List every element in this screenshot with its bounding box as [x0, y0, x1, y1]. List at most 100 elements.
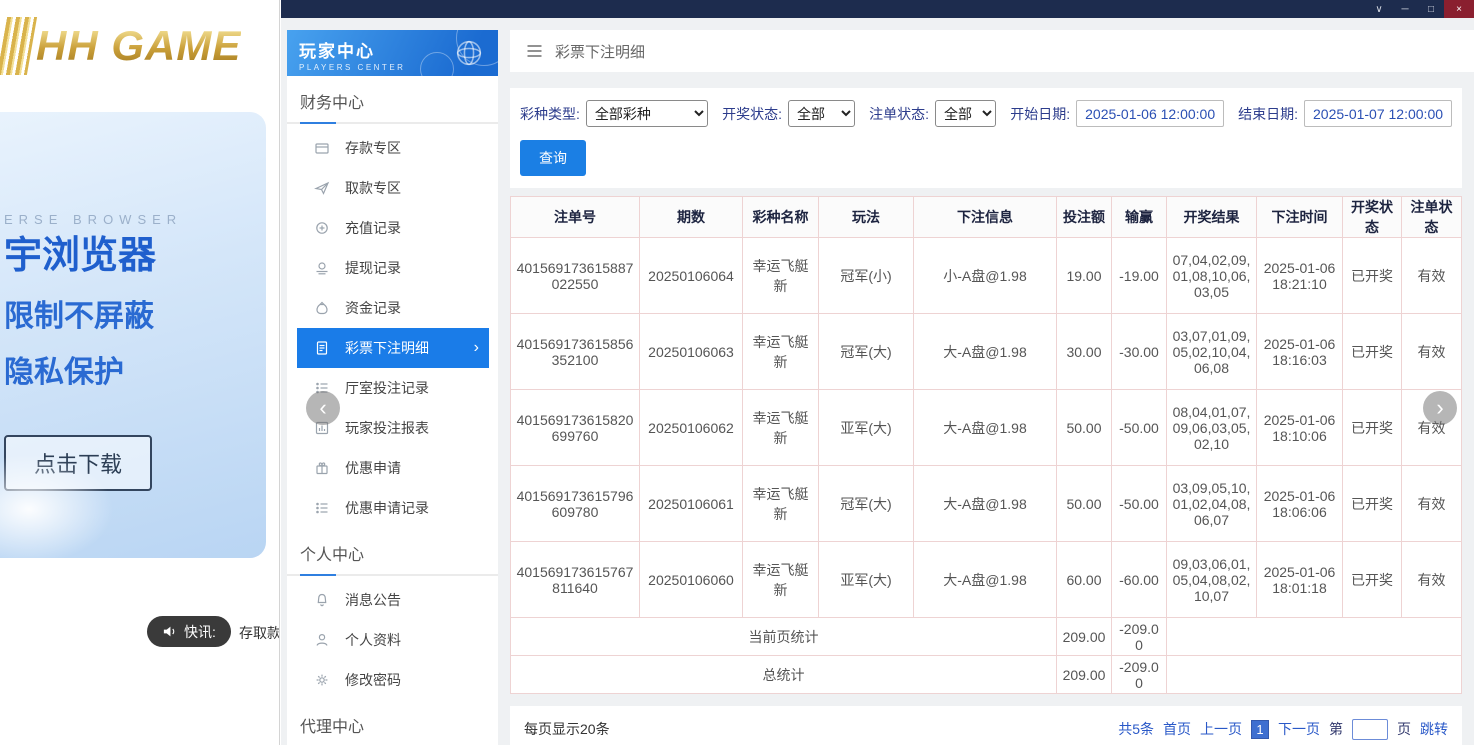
section-agent: 代理中心	[287, 700, 498, 745]
cell-winloss: -50.00	[1112, 466, 1167, 542]
sidebar-item-label: 彩票下注明细	[345, 338, 429, 358]
col-header: 开奖状态	[1343, 197, 1402, 238]
start-date-input[interactable]	[1076, 100, 1224, 127]
filter-panel: 彩种类型: 全部彩种 开奖状态: 全部 注单状态: 全部 开始日期: 结束日期:…	[510, 88, 1462, 188]
col-header: 玩法	[819, 197, 914, 238]
page-title: 彩票下注明细	[555, 41, 645, 62]
summary-winloss-total: -209.00	[1112, 618, 1167, 656]
draw-status-label: 开奖状态:	[722, 104, 782, 124]
cell-play: 冠军(大)	[819, 314, 914, 390]
table-row: 401569173615796609780 20250106061 幸运飞艇新 …	[511, 466, 1462, 542]
cell-amount: 30.00	[1057, 314, 1112, 390]
col-header: 输赢	[1112, 197, 1167, 238]
sidebar-item-funds-record[interactable]: 资金记录	[297, 288, 489, 328]
cell-amount: 50.00	[1057, 390, 1112, 466]
deposit-icon	[314, 140, 330, 156]
sidebar: 玩家中心 PLAYERS CENTER 财务中心 存款专区 取款专区 充值记录 …	[287, 30, 498, 745]
window-minimize-button[interactable]: ─	[1392, 0, 1418, 18]
section-title-personal: 个人中心	[287, 541, 498, 565]
cell-bet-time: 2025-01-06 18:16:03	[1257, 314, 1343, 390]
cell-bet-time: 2025-01-06 18:10:06	[1257, 390, 1343, 466]
logo-bars-icon	[0, 17, 37, 75]
ticker-label: 快讯:	[184, 622, 216, 642]
cell-bet-id: 401569173615820699760	[511, 390, 640, 466]
sidebar-item-recharge-record[interactable]: 充值记录	[297, 208, 489, 248]
summary-label: 当前页统计	[511, 618, 1057, 656]
cashout-record-icon	[314, 260, 330, 276]
query-button[interactable]: 查询	[520, 140, 586, 176]
password-icon	[314, 672, 330, 688]
bet-status-label: 注单状态:	[869, 104, 929, 124]
cell-result: 07,04,02,09,01,08,10,06,03,05	[1167, 238, 1257, 314]
chevron-left-icon: ‹	[319, 397, 326, 419]
cell-period: 20250106060	[640, 542, 743, 618]
cell-bet-status: 有效	[1402, 542, 1462, 618]
next-page-link[interactable]: 下一页	[1278, 719, 1320, 739]
message-icon	[314, 592, 330, 608]
sidebar-item-promo-record[interactable]: 优惠申请记录	[297, 488, 489, 528]
sidebar-item-cashout-record[interactable]: 提现记录	[297, 248, 489, 288]
sidebar-item-label: 优惠申请记录	[345, 498, 429, 518]
sidebar-item-profile[interactable]: 个人资料	[297, 620, 489, 660]
sidebar-item-change-password[interactable]: 修改密码	[297, 660, 489, 700]
cell-draw-status: 已开奖	[1343, 466, 1402, 542]
sidebar-item-messages[interactable]: 消息公告	[297, 580, 489, 620]
recharge-record-icon	[314, 220, 330, 236]
bet-status-select[interactable]: 全部	[935, 100, 996, 127]
section-finance: 财务中心	[287, 76, 498, 124]
sidebar-item-label: 存款专区	[345, 138, 401, 158]
sidebar-item-promo-apply[interactable]: 优惠申请	[297, 448, 489, 488]
end-date-input[interactable]	[1304, 100, 1452, 127]
cell-draw-status: 已开奖	[1343, 314, 1402, 390]
funds-record-icon	[314, 300, 330, 316]
sidebar-item-deposit[interactable]: 存款专区	[297, 128, 489, 168]
jump-prefix-label: 第	[1329, 719, 1343, 739]
jump-link[interactable]: 跳转	[1420, 719, 1448, 739]
draw-status-select[interactable]: 全部	[788, 100, 855, 127]
cell-play: 亚军(大)	[819, 390, 914, 466]
cell-period: 20250106062	[640, 390, 743, 466]
sidebar-item-label: 取款专区	[345, 178, 401, 198]
sidebar-header: 玩家中心 PLAYERS CENTER	[287, 30, 498, 76]
cell-lottery: 幸运飞艇新	[743, 314, 819, 390]
profile-icon	[314, 632, 330, 648]
cell-bet-time: 2025-01-06 18:01:18	[1257, 542, 1343, 618]
cell-bet-id: 401569173615796609780	[511, 466, 640, 542]
sidebar-item-label: 个人资料	[345, 630, 401, 650]
sidebar-item-withdraw[interactable]: 取款专区	[297, 168, 489, 208]
cell-bet-info: 大-A盘@1.98	[914, 466, 1057, 542]
sidebar-item-label: 厅室投注记录	[345, 378, 429, 398]
cell-amount: 50.00	[1057, 466, 1112, 542]
sidebar-item-label: 消息公告	[345, 590, 401, 610]
cell-result: 09,03,06,01,05,04,08,02,10,07	[1167, 542, 1257, 618]
sidebar-item-label: 修改密码	[345, 670, 401, 690]
table-row: 401569173615767811640 20250106060 幸运飞艇新 …	[511, 542, 1462, 618]
globe-icon	[452, 36, 486, 70]
window-maximize-button[interactable]: □	[1418, 0, 1444, 18]
pagination-bar: 每页显示20条 共5条 首页 上一页 1 下一页 第 页 跳转	[510, 706, 1462, 752]
lottery-type-select[interactable]: 全部彩种	[586, 100, 708, 127]
sidebar-item-bet-detail[interactable]: 彩票下注明细 ›	[297, 328, 489, 368]
table-row: 401569173615887022550 20250106064 幸运飞艇新 …	[511, 238, 1462, 314]
page-jump-input[interactable]	[1352, 719, 1388, 740]
window-titlebar: ∨ ─ □ ×	[281, 0, 1474, 18]
window-menu-button[interactable]: ∨	[1366, 0, 1392, 18]
bets-table: 注单号 期数 彩种名称 玩法 下注信息 投注额 输赢 开奖结果 下注时间 开奖状…	[510, 196, 1462, 694]
end-date-label: 结束日期:	[1238, 104, 1298, 124]
hamburger-icon[interactable]	[526, 44, 543, 58]
carousel-next-button[interactable]: ›	[1423, 391, 1457, 425]
cell-amount: 60.00	[1057, 542, 1112, 618]
prev-page-link[interactable]: 上一页	[1200, 719, 1242, 739]
table-header-row: 注单号 期数 彩种名称 玩法 下注信息 投注额 输赢 开奖结果 下注时间 开奖状…	[511, 197, 1462, 238]
first-page-link[interactable]: 首页	[1163, 719, 1191, 739]
sidebar-item-label: 提现记录	[345, 258, 401, 278]
cell-play: 冠军(大)	[819, 466, 914, 542]
carousel-prev-button[interactable]: ‹	[306, 391, 340, 425]
summary-row-page: 当前页统计 209.00 -209.00	[511, 618, 1462, 656]
jump-suffix-label: 页	[1397, 719, 1411, 739]
section-divider	[287, 574, 498, 576]
window-close-button[interactable]: ×	[1444, 0, 1474, 18]
current-page-badge[interactable]: 1	[1251, 720, 1269, 739]
promo-kicker: ERSE BROWSER	[4, 212, 266, 227]
sidebar-item-label: 玩家投注报表	[345, 418, 429, 438]
